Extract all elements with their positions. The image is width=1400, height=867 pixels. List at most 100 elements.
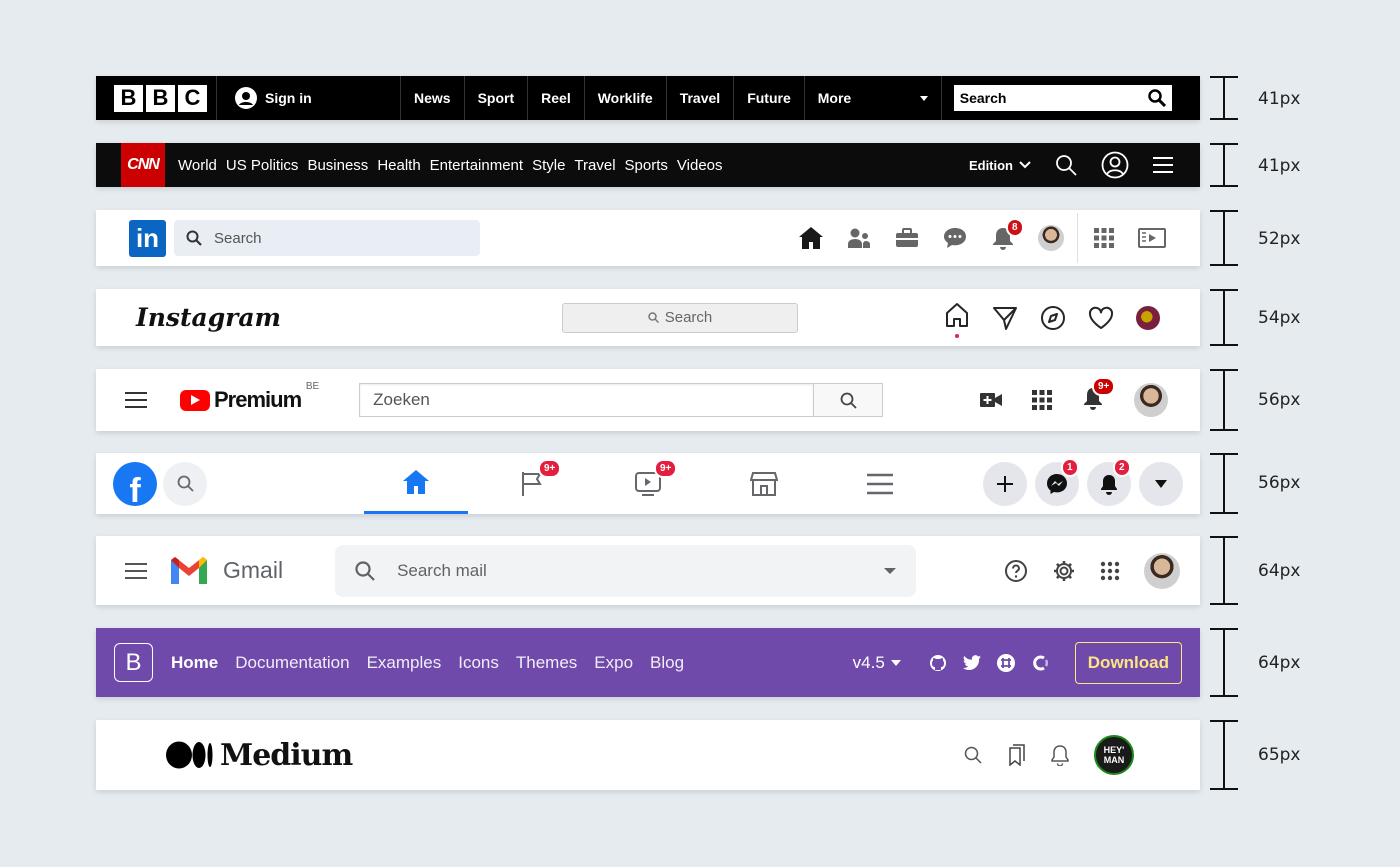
- instagram-search-input[interactable]: Search: [562, 303, 798, 333]
- notifications-button[interactable]: 2: [1087, 462, 1131, 506]
- medium-logo[interactable]: Medium: [166, 738, 352, 773]
- nav-item-us-politics[interactable]: US Politics: [226, 157, 299, 174]
- nav-item-entertainment[interactable]: Entertainment: [430, 157, 523, 174]
- nav-item-style[interactable]: Style: [532, 157, 565, 174]
- open-collective-icon[interactable]: [1031, 654, 1049, 672]
- gear-icon[interactable]: [1052, 559, 1076, 583]
- nav-item-home[interactable]: Home: [171, 653, 218, 673]
- search-icon[interactable]: [1148, 89, 1166, 107]
- hamburger-menu-icon[interactable]: [1153, 156, 1173, 174]
- twitter-icon[interactable]: [963, 655, 981, 671]
- gmail-envelope-icon: [169, 556, 209, 586]
- nav-item-expo[interactable]: Expo: [594, 653, 633, 673]
- messaging-button[interactable]: [931, 227, 979, 249]
- jobs-button[interactable]: [883, 228, 931, 248]
- nav-item-sport[interactable]: Sport: [464, 76, 528, 120]
- tab-marketplace[interactable]: [712, 453, 816, 514]
- chat-icon: [943, 227, 967, 249]
- facebook-logo[interactable]: f: [113, 462, 157, 506]
- nav-item-more[interactable]: More: [804, 76, 942, 120]
- linkedin-search-input[interactable]: Search: [174, 220, 480, 256]
- youtube-premium-logo[interactable]: Premium BE: [180, 387, 301, 413]
- network-button[interactable]: [835, 227, 883, 249]
- nav-item-world[interactable]: World: [178, 157, 217, 174]
- avatar[interactable]: [1144, 553, 1180, 589]
- search-icon[interactable]: [1055, 154, 1077, 176]
- bell-icon[interactable]: [1050, 744, 1070, 766]
- account-icon[interactable]: [1101, 151, 1129, 179]
- messenger-button[interactable]: 1: [1035, 462, 1079, 506]
- more-label: More: [818, 90, 851, 106]
- medium-navbar: Medium HEY' MAN: [96, 720, 1200, 790]
- edition-dropdown[interactable]: Edition: [969, 158, 1031, 173]
- bootstrap-logo[interactable]: B: [114, 643, 153, 682]
- nav-item-news[interactable]: News: [400, 76, 464, 120]
- tab-home[interactable]: [364, 453, 468, 514]
- notifications-button[interactable]: 8: [979, 226, 1027, 250]
- nav-item-themes[interactable]: Themes: [516, 653, 577, 673]
- hamburger-menu-icon[interactable]: [125, 563, 147, 579]
- nav-item-business[interactable]: Business: [307, 157, 368, 174]
- nav-item-future[interactable]: Future: [733, 76, 804, 120]
- search-button[interactable]: [813, 383, 883, 417]
- github-icon[interactable]: [929, 654, 947, 672]
- heart-icon[interactable]: [1088, 306, 1114, 330]
- nav-item-reel[interactable]: Reel: [527, 76, 584, 120]
- tab-menu[interactable]: [828, 453, 932, 514]
- facebook-search-button[interactable]: [163, 462, 207, 506]
- tab-watch[interactable]: 9+: [596, 453, 700, 514]
- home-button[interactable]: [944, 302, 970, 333]
- caret-down-icon[interactable]: [884, 568, 896, 574]
- bookmarks-icon[interactable]: [1006, 744, 1026, 766]
- nav-item-examples[interactable]: Examples: [367, 653, 442, 673]
- gmail-logo[interactable]: Gmail: [169, 556, 283, 586]
- apps-grid-icon[interactable]: [1032, 390, 1052, 410]
- avatar[interactable]: HEY' MAN: [1094, 735, 1134, 775]
- create-video-icon[interactable]: [980, 392, 1002, 408]
- region-code: BE: [306, 381, 319, 392]
- nav-item-travel[interactable]: Travel: [666, 76, 733, 120]
- search-placeholder: Search: [665, 309, 713, 326]
- search-icon[interactable]: [964, 746, 982, 764]
- height-marker-medium: [1210, 720, 1238, 790]
- avatar[interactable]: [1134, 383, 1168, 417]
- height-label-cnn: 41px: [1258, 156, 1300, 176]
- gmail-search-input[interactable]: Search mail: [335, 545, 916, 597]
- avatar[interactable]: [1136, 306, 1160, 330]
- chevron-down-icon: [1019, 161, 1031, 169]
- notifications-button[interactable]: 9+: [1082, 386, 1104, 415]
- apps-button[interactable]: [1080, 227, 1128, 249]
- nav-item-health[interactable]: Health: [377, 157, 420, 174]
- linkedin-logo[interactable]: in: [129, 220, 166, 257]
- nav-item-blog[interactable]: Blog: [650, 653, 684, 673]
- download-button[interactable]: Download: [1075, 642, 1182, 684]
- cnn-logo[interactable]: CNN: [121, 143, 165, 187]
- apps-grid-icon[interactable]: [1100, 561, 1120, 581]
- bbc-search-input[interactable]: Search: [954, 85, 1172, 111]
- nav-item-sports[interactable]: Sports: [625, 157, 668, 174]
- gmail-wordmark: Gmail: [223, 557, 283, 584]
- premium-wordmark: Premium: [214, 387, 301, 413]
- create-button[interactable]: [983, 462, 1027, 506]
- nav-item-documentation[interactable]: Documentation: [235, 653, 349, 673]
- version-dropdown[interactable]: v4.5: [853, 653, 901, 673]
- direct-message-icon[interactable]: [992, 305, 1018, 331]
- bbc-sign-in-link[interactable]: Sign in: [217, 76, 400, 120]
- account-menu-button[interactable]: [1139, 462, 1183, 506]
- help-icon[interactable]: [1004, 559, 1028, 583]
- bbc-logo[interactable]: B B C: [114, 85, 207, 112]
- profile-button[interactable]: [1027, 225, 1075, 251]
- hamburger-menu-icon[interactable]: [125, 392, 147, 408]
- nav-item-travel[interactable]: Travel: [574, 157, 615, 174]
- tab-pages[interactable]: 9+: [480, 453, 584, 514]
- nav-item-icons[interactable]: Icons: [458, 653, 499, 673]
- nav-item-videos[interactable]: Videos: [677, 157, 723, 174]
- search-placeholder: Zoeken: [373, 390, 430, 410]
- learning-button[interactable]: [1128, 227, 1176, 249]
- slack-icon[interactable]: [997, 654, 1015, 672]
- nav-item-worklife[interactable]: Worklife: [584, 76, 666, 120]
- youtube-search-input[interactable]: Zoeken: [359, 383, 813, 417]
- home-button[interactable]: [787, 226, 835, 250]
- instagram-logo[interactable]: Instagram: [136, 303, 281, 332]
- compass-icon[interactable]: [1040, 305, 1066, 331]
